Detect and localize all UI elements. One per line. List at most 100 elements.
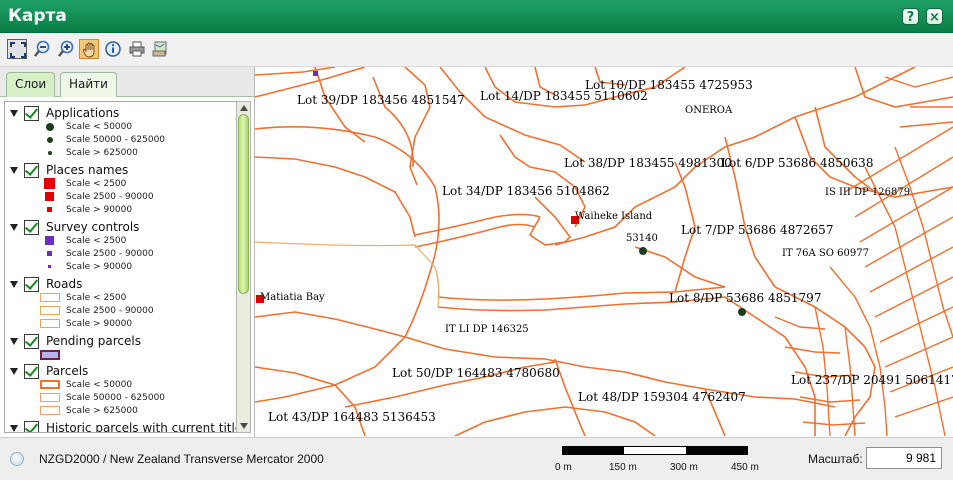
info-icon[interactable] bbox=[103, 39, 123, 59]
scroll-up-arrow-icon[interactable] bbox=[240, 105, 248, 111]
zoom-in-icon[interactable] bbox=[56, 39, 76, 59]
medium-dot-icon bbox=[47, 137, 53, 143]
legend-label: Scale < 2500 bbox=[66, 236, 127, 246]
zoom-out-icon[interactable] bbox=[32, 39, 52, 59]
globe-icon bbox=[10, 452, 24, 466]
scrollbar-thumb[interactable] bbox=[238, 114, 249, 294]
close-button[interactable]: × bbox=[926, 8, 943, 25]
legend-label: Scale 50000 - 625000 bbox=[66, 135, 166, 145]
legend-entry: Scale < 2500 bbox=[5, 292, 236, 305]
legend-entry: Scale < 2500 bbox=[5, 178, 236, 191]
layer-checkbox[interactable] bbox=[24, 364, 39, 379]
expand-triangle-icon[interactable] bbox=[10, 167, 18, 174]
legend-entry: Scale 2500 - 90000 bbox=[5, 305, 236, 318]
legend-entry: Scale > 90000 bbox=[5, 318, 236, 331]
map-canvas[interactable]: Lot 10/DP 183455 4725953 Lot 39/DP 18345… bbox=[255, 67, 953, 436]
printer-icon[interactable] bbox=[127, 39, 147, 59]
layer-scrollbar[interactable] bbox=[236, 101, 251, 433]
layer-name: Applications bbox=[46, 106, 120, 120]
tab-find[interactable]: Найти bbox=[60, 72, 117, 97]
map-label: Matiatia Bay bbox=[260, 292, 325, 303]
road-swatch-icon bbox=[40, 306, 60, 315]
layer-survey-controls: Survey controls bbox=[5, 220, 236, 236]
map-window: Карта ? × Слои Найти Applications Scale … bbox=[0, 0, 953, 480]
legend-entry: Scale > 625000 bbox=[5, 147, 236, 160]
parcel-swatch-icon bbox=[40, 393, 60, 402]
application-marker[interactable] bbox=[738, 308, 746, 316]
survey-marker[interactable] bbox=[313, 71, 318, 76]
help-button[interactable]: ? bbox=[902, 8, 919, 25]
layer-checkbox[interactable] bbox=[24, 421, 39, 432]
status-bar: NZGD2000 / New Zealand Transverse Mercat… bbox=[0, 437, 953, 480]
scale-segment bbox=[563, 447, 624, 454]
map-label: Lot 50/DP 164483 4780680 bbox=[392, 366, 560, 380]
expand-triangle-icon[interactable] bbox=[10, 425, 18, 432]
legend-label: Scale < 2500 bbox=[66, 293, 127, 303]
legend-entry: Scale 50000 - 625000 bbox=[5, 392, 236, 405]
map-label: IS III DP 126879 bbox=[825, 187, 911, 198]
medium-square-icon bbox=[47, 251, 52, 256]
legend-label: Scale < 2500 bbox=[66, 179, 127, 189]
panel-tabs: Слои Найти bbox=[0, 67, 254, 97]
map-label: Lot 39/DP 183456 4851547 bbox=[297, 93, 465, 107]
map-label: IT 76A SO 60977 bbox=[782, 248, 869, 259]
scale-tick-label: 300 m bbox=[670, 462, 698, 473]
scroll-down-arrow-icon[interactable] bbox=[240, 423, 248, 429]
map-label: Lot 6/DP 53686 4850638 bbox=[721, 156, 874, 170]
parcel-swatch-icon bbox=[40, 406, 60, 415]
legend-entry: Scale 50000 - 625000 bbox=[5, 134, 236, 147]
legend-label: Scale < 50000 bbox=[66, 380, 133, 390]
layer-tree: Applications Scale < 50000 Scale 50000 -… bbox=[4, 101, 237, 433]
layers-panel: Слои Найти Applications Scale < 50000 Sc… bbox=[0, 67, 255, 437]
map-label: Waiheke Island bbox=[575, 211, 653, 222]
tab-layers[interactable]: Слои bbox=[6, 72, 56, 97]
small-square-icon bbox=[48, 265, 51, 268]
small-square-icon bbox=[47, 207, 52, 212]
layer-name: Parcels bbox=[46, 364, 89, 378]
map-label: Lot 48/DP 159304 4762407 bbox=[578, 390, 746, 404]
expand-triangle-icon[interactable] bbox=[10, 281, 18, 288]
layer-checkbox[interactable] bbox=[24, 220, 39, 235]
legend-label: Scale 2500 - 90000 bbox=[66, 192, 154, 202]
legend-label: Scale > 625000 bbox=[66, 406, 138, 416]
expand-triangle-icon[interactable] bbox=[10, 338, 18, 345]
scale-input[interactable] bbox=[866, 447, 942, 469]
layer-name: Pending parcels bbox=[46, 334, 141, 348]
layer-checkbox[interactable] bbox=[24, 163, 39, 178]
expand-triangle-icon[interactable] bbox=[10, 368, 18, 375]
layer-checkbox[interactable] bbox=[24, 277, 39, 292]
legend-entry: Scale < 50000 bbox=[5, 379, 236, 392]
full-extent-icon[interactable] bbox=[7, 39, 27, 59]
layer-checkbox[interactable] bbox=[24, 334, 39, 349]
scale-tick-label: 0 m bbox=[555, 462, 572, 473]
large-square-icon bbox=[45, 236, 54, 245]
map-label: 53140 bbox=[626, 233, 658, 244]
legend-entry: Scale > 625000 bbox=[5, 405, 236, 418]
application-marker[interactable] bbox=[639, 247, 647, 255]
scale-label: Масштаб: bbox=[808, 452, 863, 466]
export-map-icon[interactable] bbox=[151, 39, 171, 59]
expand-triangle-icon[interactable] bbox=[10, 110, 18, 117]
pan-hand-icon[interactable] bbox=[79, 39, 99, 59]
legend-label: Scale < 50000 bbox=[66, 122, 133, 132]
map-label: ONEROA bbox=[685, 105, 733, 116]
map-label: Lot 14/DP 183455 5110602 bbox=[480, 89, 648, 103]
scale-segment bbox=[624, 447, 686, 454]
legend-entry: Scale 2500 - 90000 bbox=[5, 191, 236, 204]
expand-triangle-icon[interactable] bbox=[10, 224, 18, 231]
legend-label: Scale > 90000 bbox=[66, 319, 133, 329]
map-label: IT LI DP 146325 bbox=[445, 324, 529, 335]
legend-entry bbox=[5, 350, 236, 363]
title-bar: Карта ? × bbox=[0, 0, 953, 33]
scale-bar bbox=[562, 446, 748, 455]
layer-name: Survey controls bbox=[46, 220, 140, 234]
layer-places-names: Places names bbox=[5, 163, 236, 179]
legend-label: Scale 50000 - 625000 bbox=[66, 393, 166, 403]
layer-name: Historic parcels with current titles bbox=[46, 421, 237, 433]
layer-applications: Applications bbox=[5, 106, 236, 122]
layer-checkbox[interactable] bbox=[24, 106, 39, 121]
layer-roads: Roads bbox=[5, 277, 236, 293]
legend-entry: Scale < 2500 bbox=[5, 235, 236, 248]
map-label: Lot 38/DP 183455 4981300 bbox=[564, 156, 732, 170]
medium-square-icon bbox=[45, 192, 54, 201]
